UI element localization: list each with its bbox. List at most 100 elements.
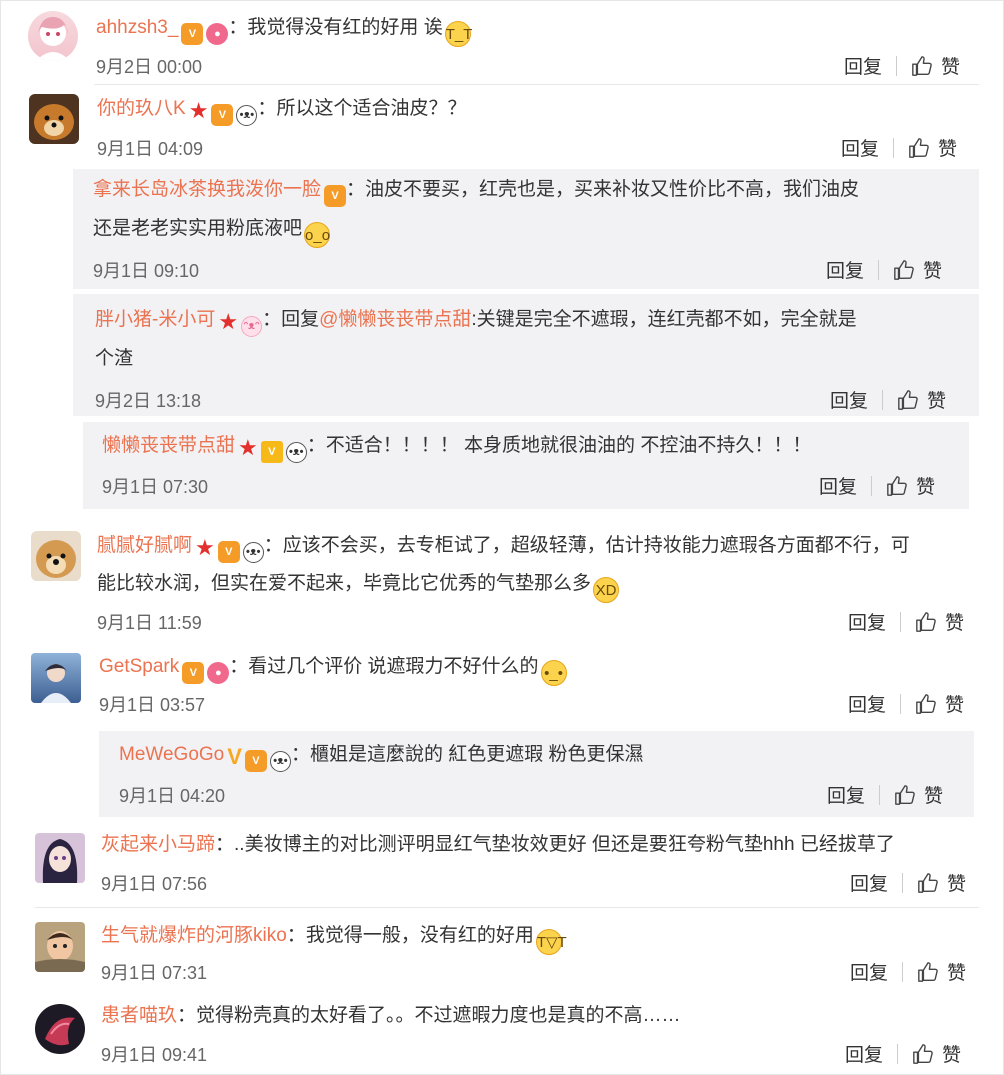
comment-feed: { "actions": { "reply": "回复", "like": "赞… — [0, 0, 1004, 1075]
reply-item: 胖小猪-米小可 ★ ᵔᴥᵔ ：回复@懒懒丧丧带点甜:关键是完全不遮瑕，连红壳都不如，完… — [95, 309, 947, 412]
vip-badge-icon[interactable]: V — [182, 662, 205, 684]
vip-badge-icon[interactable]: V — [244, 750, 267, 772]
username[interactable]: 拿来长岛冰茶换我泼你一脸 — [93, 179, 321, 200]
comment-time: 9月1日 09:10 — [93, 261, 200, 281]
comment-text: 櫃姐是這麼說的 紅色更遮瑕 粉色更保濕 — [309, 744, 644, 765]
comment-text-line2: 能比较水润，但实在爱不起来，毕竟比它优秀的气垫那么多 — [97, 573, 592, 594]
comment-text: 觉得粉壳真的太好看了。。不过遮暇力度也是真的不高…… — [196, 1005, 681, 1026]
star-badge-icon[interactable]: ★ — [195, 537, 215, 559]
username[interactable]: ahhzsh3_ — [96, 17, 178, 38]
divider — [94, 84, 979, 85]
gold-vip-badge-icon[interactable]: V — [260, 441, 283, 463]
username[interactable]: 胖小猪-米小可 — [95, 309, 215, 330]
thumbs-up-icon — [912, 1043, 934, 1065]
like-button[interactable]: 赞 — [886, 477, 935, 498]
panda-badge-icon[interactable]: •ᴥ• — [285, 442, 307, 463]
username[interactable]: 腻腻好腻啊 — [97, 535, 192, 556]
reply-button[interactable]: 回复 — [826, 261, 864, 282]
comment-item: ahhzsh3_ V ● ：我觉得没有红的好用 诶 T_T 9月2日 00:00 回复赞 — [28, 11, 978, 81]
comment-text: 我觉得没有红的好用 诶 — [247, 17, 443, 38]
panda-badge-icon[interactable]: •ᴥ• — [269, 751, 291, 772]
donut-badge-icon[interactable]: ● — [207, 662, 230, 684]
comment-time: 9月1日 04:09 — [97, 139, 204, 159]
reply-button[interactable]: 回复 — [848, 613, 886, 634]
reply-button[interactable]: 回复 — [850, 963, 888, 984]
username[interactable]: MeWeGoGo — [119, 744, 224, 765]
comment-time: 9月1日 09:41 — [101, 1045, 208, 1065]
verified-v-badge-icon[interactable]: V — [227, 746, 242, 768]
comment-time: 9月1日 11:59 — [97, 613, 202, 633]
username[interactable]: 灰起来小马蹄 — [101, 834, 215, 855]
reply-button[interactable]: 回复 — [841, 139, 879, 160]
star-badge-icon[interactable]: ★ — [238, 437, 258, 459]
panda-badge-icon[interactable]: •ᴥ• — [242, 542, 264, 563]
action-divider — [879, 785, 881, 805]
reply-button[interactable]: 回复 — [845, 1045, 883, 1066]
reply-button[interactable]: 回复 — [844, 57, 882, 78]
username[interactable]: 患者喵玖 — [101, 1005, 177, 1026]
comment-item: 患者喵玖：觉得粉壳真的太好看了。。不过遮暇力度也是真的不高…… 9月1日 09:… — [35, 1004, 985, 1069]
comment-item: GetSpark V ● ：看过几个评价 说遮瑕力不好什么的 •_• 9月1日 03:5… — [31, 653, 981, 723]
bunny-badge-icon[interactable]: ᵔᴥᵔ — [241, 316, 263, 337]
reply-button[interactable]: 回复 — [819, 477, 857, 498]
comment-text-line1: :关键是完全不遮瑕，连红壳都不如，完全就是 — [471, 309, 857, 330]
vip-badge-icon[interactable]: V — [211, 104, 234, 126]
thumbs-up-icon — [915, 693, 937, 715]
username[interactable]: 生气就爆炸的河豚kiko — [101, 925, 287, 946]
action-divider — [893, 138, 895, 158]
reply-button[interactable]: 回复 — [850, 874, 888, 895]
like-button[interactable]: 赞 — [917, 963, 966, 984]
comment-text: 看过几个评价 说遮瑕力不好什么的 — [248, 656, 539, 677]
star-badge-icon[interactable]: ★ — [218, 311, 238, 333]
action-divider — [902, 873, 904, 893]
action-divider — [902, 962, 904, 982]
avatar[interactable] — [35, 922, 85, 972]
comment-text: 所以这个适合油皮？？ — [276, 98, 467, 119]
like-button[interactable]: 赞 — [915, 613, 964, 634]
comment-text: 我觉得一般，没有红的好用 — [305, 925, 534, 946]
vip-badge-icon[interactable]: V — [181, 23, 204, 45]
comment-text-line1: 油皮不要买，红壳也是，买来补妆又性价比不高，我们油皮 — [365, 179, 860, 200]
thumbs-up-icon — [894, 784, 916, 806]
username[interactable]: 你的玖八K — [97, 98, 186, 119]
reply-button[interactable]: 回复 — [848, 695, 886, 716]
avatar[interactable] — [31, 531, 81, 581]
laughing-emoji-icon: XD — [593, 577, 620, 603]
avatar[interactable] — [35, 1004, 85, 1054]
thumbs-up-icon — [897, 389, 919, 411]
reply-item: MeWeGoGo V V •ᴥ• ：櫃姐是這麼說的 紅色更遮瑕 粉色更保濕 9月1日 0… — [119, 744, 944, 807]
reply-button[interactable]: 回复 — [827, 786, 865, 807]
reply-button[interactable]: 回复 — [830, 391, 868, 412]
vip-badge-icon[interactable]: V — [217, 541, 240, 563]
avatar[interactable] — [35, 833, 85, 883]
donut-badge-icon[interactable]: ● — [206, 23, 229, 45]
person-emoji-icon: •_• — [540, 660, 567, 686]
like-button[interactable]: 赞 — [917, 874, 966, 895]
like-button[interactable]: 赞 — [908, 139, 957, 160]
mention-link[interactable]: @懒懒丧丧带点甜 — [319, 309, 471, 330]
comment-time: 9月1日 07:31 — [101, 963, 208, 983]
like-button[interactable]: 赞 — [894, 786, 943, 807]
like-button[interactable]: 赞 — [912, 1045, 961, 1066]
like-button[interactable]: 赞 — [897, 391, 946, 412]
action-divider — [871, 476, 873, 496]
username[interactable]: 懒懒丧丧带点甜 — [102, 435, 235, 456]
avatar[interactable] — [28, 11, 78, 61]
comment-item: 生气就爆炸的河豚kiko：我觉得一般，没有红的好用 T▽T 9月1日 07:31 … — [35, 922, 985, 992]
thumbs-up-icon — [911, 55, 933, 77]
thumbs-up-icon — [886, 475, 908, 497]
comment-item: 灰起来小马蹄：..美妆博主的对比测评明显红气垫妆效更好 但还是要狂夸粉气垫hhh… — [35, 833, 985, 903]
action-divider — [897, 1044, 899, 1064]
avatar[interactable] — [29, 94, 79, 144]
like-button[interactable]: 赞 — [893, 261, 942, 282]
star-badge-icon[interactable]: ★ — [189, 100, 209, 122]
like-button[interactable]: 赞 — [915, 695, 964, 716]
username[interactable]: GetSpark — [99, 656, 179, 677]
action-divider — [882, 390, 884, 410]
panda-badge-icon[interactable]: •ᴥ• — [236, 105, 258, 126]
like-button[interactable]: 赞 — [911, 57, 960, 78]
vip-badge-icon[interactable]: V — [324, 185, 347, 207]
reply-prefix: 回复 — [281, 309, 320, 330]
comment-text: ..美妆博主的对比测评明显红气垫妆效更好 但还是要狂夸粉气垫hhh 已经拔草了 — [234, 834, 895, 855]
avatar[interactable] — [31, 653, 81, 703]
